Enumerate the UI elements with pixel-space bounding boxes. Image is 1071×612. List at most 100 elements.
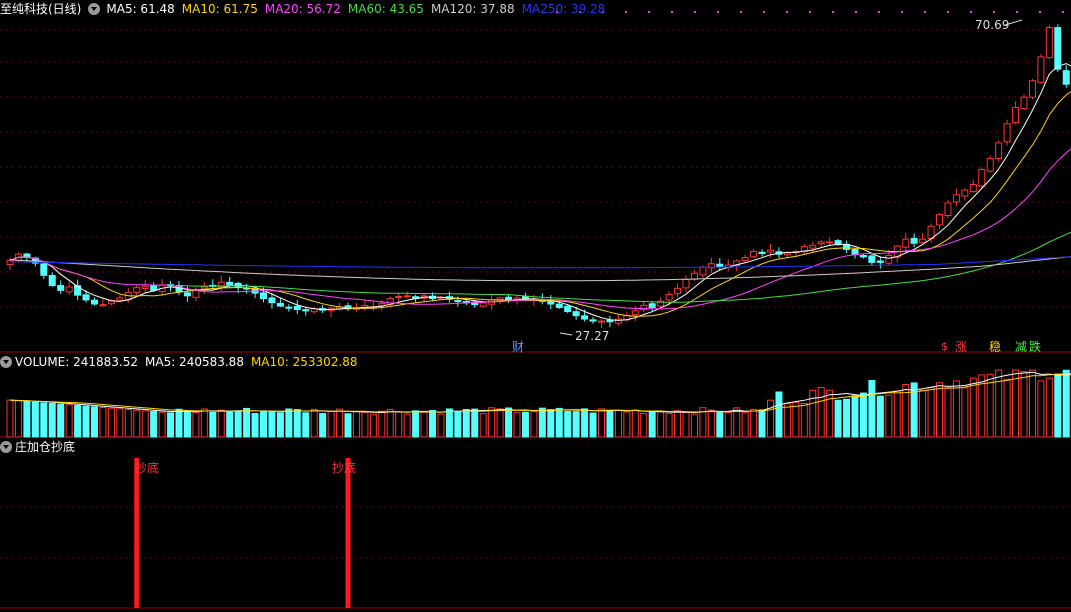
candle-body <box>1037 56 1045 83</box>
dropdown-icon[interactable] <box>88 3 101 15</box>
volume-bar <box>361 411 369 438</box>
top-marker-13 <box>855 11 857 13</box>
rise-tag[interactable]: 涨 <box>955 338 967 355</box>
candle-body <box>767 249 774 253</box>
top-marker-11 <box>809 11 811 13</box>
candle-body <box>133 287 141 293</box>
volume-bar <box>285 408 293 438</box>
volume-bar <box>310 408 318 438</box>
volume-bar <box>716 412 724 438</box>
volume-bar <box>183 410 191 438</box>
candle-body <box>614 318 622 324</box>
volume-bar <box>555 407 563 438</box>
signal-label-1: 抄底 <box>135 461 160 475</box>
candle-body <box>581 315 589 320</box>
candle-body <box>1003 123 1011 143</box>
fall-tag[interactable]: 跌 <box>1029 338 1041 355</box>
candle-body <box>276 302 284 307</box>
signal-bar-1 <box>345 458 351 608</box>
volume-bar <box>843 398 851 438</box>
price-low-label: 27.27 <box>575 329 610 343</box>
volume-bar <box>750 408 758 438</box>
volume-bar <box>885 394 893 438</box>
stock-title[interactable]: 至纯科技(日线) <box>0 2 81 16</box>
candle-body <box>606 319 614 323</box>
ma-label-5: MA250: 39.28 <box>521 2 606 16</box>
finance-tag[interactable]: 财 <box>512 338 524 355</box>
top-marker-4 <box>648 11 650 13</box>
candle-body <box>378 302 386 306</box>
candle-body <box>961 189 969 197</box>
candle-body <box>750 250 758 258</box>
volume-bar <box>200 408 208 438</box>
volume-bar <box>471 408 479 438</box>
top-marker-6 <box>694 11 696 13</box>
top-marker-12 <box>832 11 834 13</box>
candle-body <box>1028 80 1036 98</box>
volume-bar <box>395 411 403 438</box>
ma-label-0: MA5: 61.48 <box>106 2 175 16</box>
volume-bar <box>1003 378 1011 438</box>
steady-tag[interactable]: 稳 <box>989 338 1001 355</box>
volume-bar <box>598 408 605 438</box>
kline-chart[interactable]: 至纯科技(日线) MA5: 61.48 MA10: 61.75 MA20: 56.72… <box>0 0 1071 612</box>
candle-body <box>741 257 749 261</box>
candle-body <box>572 311 580 317</box>
candle-body <box>141 285 149 290</box>
volume-bar <box>530 411 538 438</box>
candle-body <box>1045 27 1053 59</box>
volume-bar <box>1012 369 1020 438</box>
volume-bar <box>674 410 682 438</box>
volume-bar <box>31 401 39 438</box>
indicator-title[interactable]: 庄加仓抄底 <box>15 440 75 454</box>
indicator-header: 庄加仓抄底 <box>0 438 82 456</box>
volume-bar <box>564 410 572 438</box>
ma-label-2: MA20: 56.72 <box>264 2 341 16</box>
volume-bar <box>640 413 648 438</box>
volume-bar <box>868 379 876 438</box>
volume-bar <box>65 404 73 438</box>
volume-bar <box>690 413 698 438</box>
candle-body <box>150 285 158 291</box>
top-marker-22 <box>1062 11 1064 13</box>
candle-body <box>116 297 124 301</box>
volume-bar <box>665 413 673 438</box>
candle-body <box>91 299 98 305</box>
volume-bar <box>682 412 690 438</box>
volume-bar <box>538 407 546 438</box>
volume-bar <box>648 410 656 438</box>
candle-body <box>826 241 834 244</box>
top-marker-19 <box>993 11 995 13</box>
candle-body <box>479 302 487 307</box>
volume-bar <box>876 395 884 438</box>
volume-bar <box>969 377 977 438</box>
candle-body <box>978 169 986 187</box>
candle-body <box>1020 96 1028 110</box>
volume-bar <box>454 410 462 438</box>
volume-bar <box>995 369 1003 438</box>
volume-bar <box>74 405 82 438</box>
volume-bar <box>445 408 453 438</box>
candle-body <box>65 286 73 293</box>
volume-bar <box>919 389 927 438</box>
top-marker-18 <box>970 11 972 13</box>
top-marker-8 <box>740 11 742 13</box>
dropdown-icon[interactable] <box>0 441 12 453</box>
candle-body <box>48 275 56 287</box>
candle-body <box>462 301 470 304</box>
volume-bar <box>758 409 766 438</box>
volume-bar <box>1028 369 1036 438</box>
volume-bar <box>817 386 825 438</box>
volume-bar <box>40 402 48 438</box>
dropdown-icon[interactable] <box>0 356 12 368</box>
candle-body <box>936 214 943 226</box>
volume-bar <box>792 401 800 438</box>
candle-body <box>995 142 1003 159</box>
candle-body <box>716 263 724 267</box>
reduce-tag[interactable]: 减 <box>1015 338 1027 355</box>
candle-body <box>902 238 910 248</box>
top-marker-14 <box>878 11 880 13</box>
candle-body <box>564 305 572 313</box>
candle-body <box>868 255 876 263</box>
volume-bar <box>141 410 149 438</box>
